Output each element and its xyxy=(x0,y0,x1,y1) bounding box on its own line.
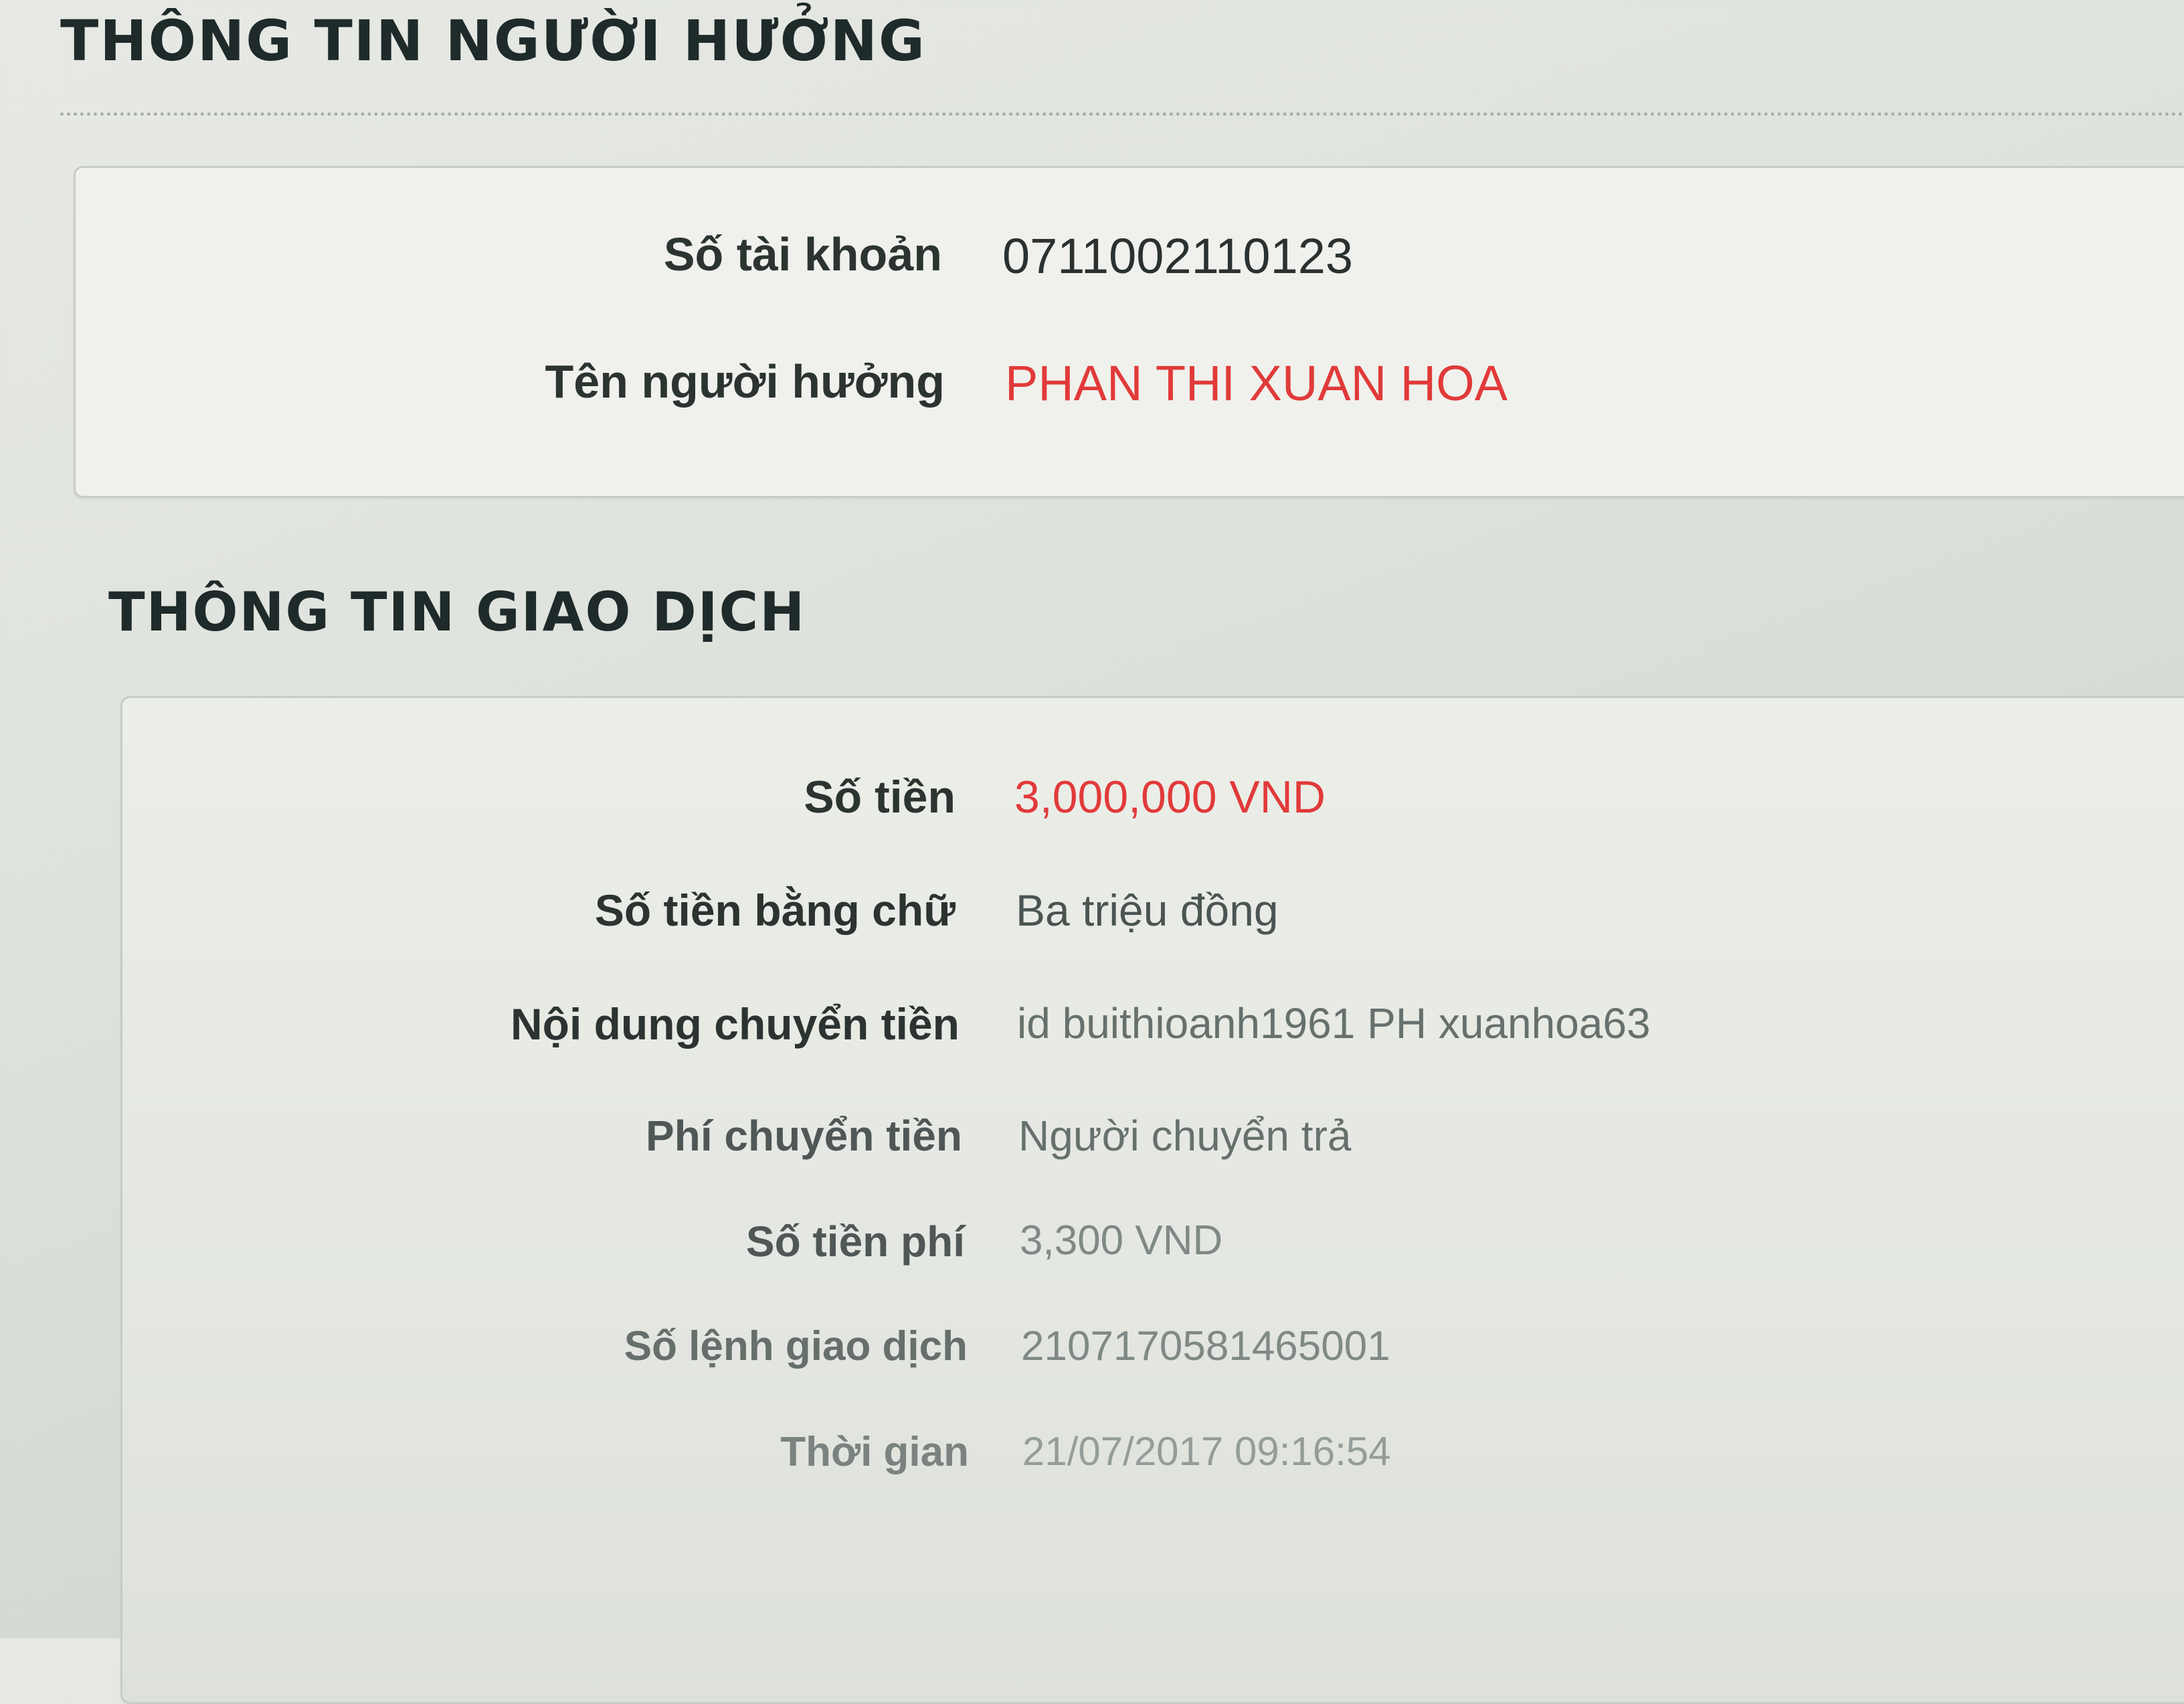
amount-value: 3,000,000 VND xyxy=(1014,772,1326,823)
account-number-value: 0711002110123 xyxy=(1002,228,1354,284)
amount-label: Số tiền xyxy=(804,772,955,823)
transfer-fee-label: Phí chuyển tiền xyxy=(646,1112,962,1160)
transaction-time-row: Thời gian 21/07/2017 09:16:54 xyxy=(0,1428,2184,1495)
transaction-time-value: 21/07/2017 09:16:54 xyxy=(1022,1429,1391,1474)
transaction-number-label: Số lệnh giao dịch xyxy=(624,1323,968,1369)
beneficiary-info-panel xyxy=(74,166,2184,498)
transaction-number-row: Số lệnh giao dịch 2107170581465001 xyxy=(0,1323,2184,1389)
fee-amount-label: Số tiền phí xyxy=(745,1217,965,1266)
amount-in-words-label: Số tiền bằng chữ xyxy=(594,885,955,935)
transfer-content-row: Nội dung chuyển tiền id buithioanh1961 P… xyxy=(0,999,2184,1066)
beneficiary-section-title: THÔNG TIN NGƯỜI HƯỞNG xyxy=(60,8,927,74)
transfer-content-value: id buithioanh1961 PH xuanhoa63 xyxy=(1017,999,1651,1047)
beneficiary-name-value: PHAN THI XUAN HOA xyxy=(1005,355,1508,411)
account-number-row: Số tài khoản 0711002110123 xyxy=(0,228,2184,294)
transaction-time-label: Thời gian xyxy=(780,1429,969,1475)
transfer-fee-row: Phí chuyển tiền Người chuyển trả xyxy=(0,1111,2184,1178)
amount-row: Số tiền 3,000,000 VND xyxy=(0,771,2184,838)
amount-in-words-value: Ba triệu đồng xyxy=(1016,885,1279,935)
transaction-info-panel xyxy=(120,696,2184,1704)
fee-amount-row: Số tiền phí 3,300 VND xyxy=(0,1217,2184,1284)
account-number-label: Số tài khoản xyxy=(663,228,942,280)
page-root: { "beneficiary_section": { "title": "THÔ… xyxy=(0,0,2184,1704)
transfer-content-label: Nội dung chuyển tiền xyxy=(511,999,960,1049)
beneficiary-name-label: Tên người hưởng xyxy=(545,355,945,408)
section-divider xyxy=(60,112,2184,116)
transaction-section-title: THÔNG TIN GIAO DỊCH xyxy=(108,581,806,643)
beneficiary-name-row: Tên người hưởng PHAN THI XUAN HOA xyxy=(0,355,2184,422)
amount-in-words-row: Số tiền bằng chữ Ba triệu đồng xyxy=(0,885,2184,952)
transaction-number-value: 2107170581465001 xyxy=(1021,1323,1390,1369)
transfer-fee-value: Người chuyển trả xyxy=(1018,1112,1352,1160)
fee-amount-value: 3,300 VND xyxy=(1020,1217,1223,1264)
